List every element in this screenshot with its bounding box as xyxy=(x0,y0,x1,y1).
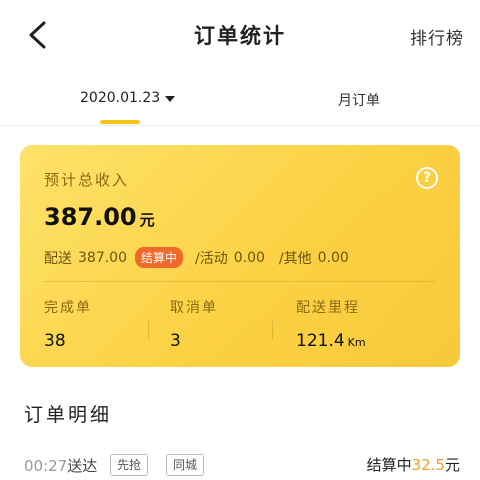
tab-monthly[interactable]: 月订单 xyxy=(338,90,380,110)
date-label: 2020.01.23 xyxy=(80,90,161,106)
order-settlement: 结算中32.5元 xyxy=(367,454,460,475)
stat-divider xyxy=(272,320,273,340)
order-status: 结算中 xyxy=(366,456,412,474)
income-unit: 元 xyxy=(139,211,155,229)
leaderboard-link[interactable]: 排行榜 xyxy=(410,24,464,49)
stat-divider xyxy=(148,320,149,340)
other-label: /其他 xyxy=(278,250,312,267)
order-unit: 元 xyxy=(444,456,460,474)
activity-value: 0.00 xyxy=(233,249,265,266)
stat-value: 38 xyxy=(44,331,66,351)
stat-value: 121.4 Km xyxy=(296,331,366,351)
active-tab-indicator xyxy=(100,120,140,124)
income-amount: 387.00 xyxy=(44,203,137,231)
mileage-unit: Km xyxy=(347,336,366,349)
order-tag: 先抢 xyxy=(110,454,149,476)
status-badge: 结算中 xyxy=(135,247,184,268)
tab-daily[interactable]: 2020.01.23 xyxy=(80,90,176,106)
order-tag: 同城 xyxy=(166,454,205,476)
delivery-value: 387.00 xyxy=(78,249,127,266)
stat-mileage: 配送里程 121.4 Km xyxy=(296,297,366,351)
stat-value: 3 xyxy=(170,331,181,351)
page-title: 订单统计 xyxy=(194,24,286,48)
stat-completed: 完成单 38 xyxy=(44,297,92,351)
stat-label: 完成单 xyxy=(44,300,92,316)
order-time-value: 00:27 xyxy=(24,457,68,475)
order-time: 00:27送达 xyxy=(24,455,97,476)
order-amount: 32.5 xyxy=(411,456,445,474)
question-circle-icon[interactable]: ? xyxy=(416,167,438,189)
order-row[interactable]: 00:27送达 先抢 同城 结算中32.5元 xyxy=(0,452,480,480)
activity-label: /活动 xyxy=(195,250,228,267)
card-divider xyxy=(44,281,436,282)
stat-label: 取消单 xyxy=(170,300,218,316)
section-title: 订单明细 xyxy=(24,404,113,426)
tab-bar: 2020.01.23 月订单 xyxy=(0,78,480,126)
caret-down-icon xyxy=(165,95,176,102)
income-breakdown: 配送 387.00 结算中 /活动 0.00 /其他 0.00 xyxy=(44,247,349,268)
order-action: 送达 xyxy=(67,457,98,475)
other-value: 0.00 xyxy=(317,249,349,266)
total-income: 387.00 元 xyxy=(44,203,155,231)
stat-label: 配送里程 xyxy=(296,300,360,316)
income-label: 预计总收入 xyxy=(44,171,130,189)
income-summary-card: 预计总收入 ? 387.00 元 配送 387.00 结算中 /活动 0.00 … xyxy=(20,145,460,367)
nav-bar: 订单统计 排行榜 xyxy=(0,0,480,70)
mileage-value: 121.4 xyxy=(296,331,345,351)
delivery-label: 配送 xyxy=(44,250,72,267)
stat-cancelled: 取消单 3 xyxy=(170,297,218,351)
